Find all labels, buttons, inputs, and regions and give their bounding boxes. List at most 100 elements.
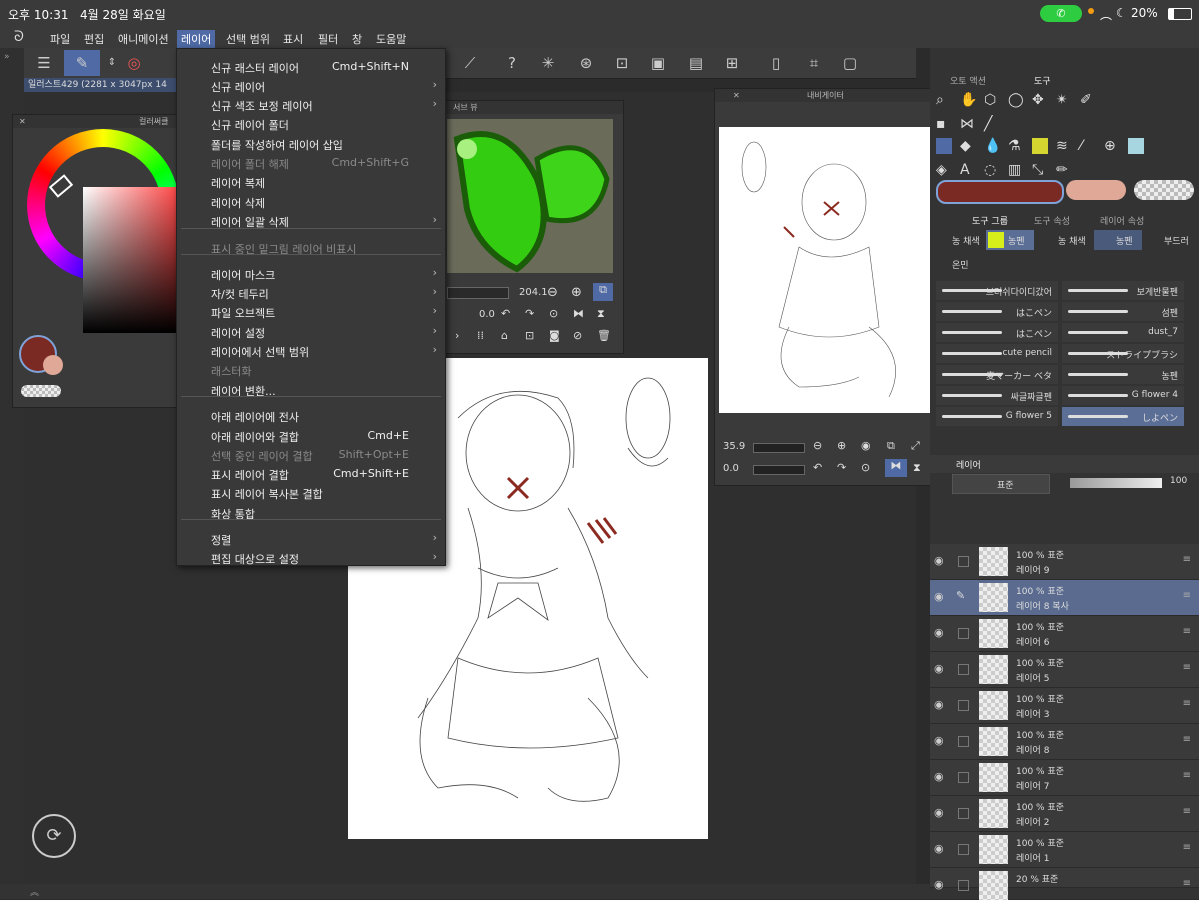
menu-item[interactable]: 신규 색조 보정 레이어 › (177, 95, 445, 114)
close-icon[interactable]: ✕ (19, 117, 26, 126)
layer-menu-icon[interactable]: ≡ (1183, 842, 1191, 853)
transparent-color-swatch[interactable] (21, 385, 61, 397)
chevron-right-icon[interactable]: › (455, 329, 459, 342)
device-icon[interactable]: ▯ (766, 53, 786, 73)
menu-filter[interactable]: 필터 (314, 30, 342, 48)
document-tab[interactable]: 일러스트429 (2281 x 3047px 14 (24, 78, 188, 92)
layer-checkbox[interactable] (958, 880, 969, 891)
menu-item[interactable]: 레이어 설정 › (177, 322, 445, 341)
brush-item[interactable]: しよペン (1062, 407, 1184, 426)
flip-horizontal-icon[interactable]: ⧓ (885, 459, 907, 477)
subtool-pen-5[interactable]: 부드러 (1164, 234, 1189, 247)
eye-icon[interactable]: ◉ (934, 770, 944, 783)
menu-item[interactable]: 레이어 복제 (177, 172, 445, 191)
move-tool-icon[interactable]: ✥ (1032, 92, 1044, 108)
brush-item[interactable]: 섬펜 (1062, 302, 1184, 321)
flip-horizontal-icon[interactable]: ⧓ (573, 307, 584, 320)
layer-menu-icon[interactable]: ≡ (1183, 806, 1191, 817)
flip-vertical-icon[interactable]: ⧗ (597, 307, 605, 321)
layer-menu-icon[interactable]: ≡ (1183, 734, 1191, 745)
menu-animation[interactable]: 애니메이션 (114, 30, 173, 48)
frame-icon[interactable]: ▣ (648, 53, 668, 73)
layer-menu-icon[interactable]: ≡ (1183, 878, 1191, 889)
import-icon[interactable]: ⊡ (525, 329, 534, 342)
layer-checkbox[interactable] (958, 736, 969, 747)
menu-item[interactable]: 신규 래스터 레이어 Cmd+Shift+N (177, 57, 445, 76)
menu-item[interactable]: 레이어 마스크 › (177, 264, 445, 283)
eye-icon[interactable]: ◉ (934, 806, 944, 819)
zoom-tool-icon[interactable]: ⌕ (936, 92, 944, 108)
zoom-out-icon[interactable]: ⊖ (547, 285, 558, 300)
eraser-tool-icon[interactable]: ◆ (960, 138, 971, 154)
subtool-pen-4[interactable]: 농펜 (1094, 230, 1142, 250)
chevron-updown-icon[interactable]: ⇕ (102, 53, 122, 73)
quick-access-icon[interactable]: ⟳ (32, 814, 76, 858)
trash-icon[interactable]: 🗑 (597, 329, 611, 342)
tab-layer-property[interactable]: 레이어 속성 (1100, 214, 1144, 227)
layer-row[interactable]: ◉ 100 % 표준 레이어 5 ≡ (930, 652, 1199, 688)
transform-icon[interactable]: ⌗ (804, 53, 824, 73)
pattern-tool-icon[interactable] (1032, 138, 1048, 154)
menu-item[interactable]: 레이어에서 선택 범위 › (177, 341, 445, 360)
blend-mode-select[interactable]: 표준 (952, 474, 1050, 494)
sub-color-swatch[interactable] (43, 355, 63, 375)
record-icon[interactable]: ◎ (124, 53, 144, 73)
menu-item[interactable]: 신규 레이어 › (177, 76, 445, 95)
rect-select-icon[interactable]: ▪ (936, 116, 946, 132)
layer-menu-icon[interactable]: ≡ (1183, 554, 1191, 565)
layer-row[interactable]: ◉ 100 % 표준 레이어 8 ≡ (930, 724, 1199, 760)
eye-icon[interactable]: ◉ (934, 842, 944, 855)
layer-row[interactable]: ◉ ✎ 100 % 표준 레이어 8 복사 ≡ (930, 580, 1199, 616)
zoom-in-icon[interactable]: ⊕ (837, 439, 846, 452)
loading-icon[interactable]: ✳ (538, 53, 558, 73)
menu-item[interactable]: 자/컷 테두리 › (177, 283, 445, 302)
ribbon-tool-icon[interactable]: ⋈ (960, 116, 974, 132)
tab-tool[interactable]: 도구 (1034, 74, 1051, 87)
airbrush-tool-icon[interactable]: ⚗ (1008, 138, 1021, 154)
frame-tool-icon[interactable]: ▥ (1008, 162, 1021, 178)
subtool-pen-3[interactable]: 농 채색 (1058, 234, 1086, 247)
menu-item[interactable]: 레이어 삭제 (177, 192, 445, 211)
rotate-right-icon[interactable]: ↷ (837, 461, 846, 474)
layer-menu-icon[interactable]: ≡ (1183, 698, 1191, 709)
sub-color-bar[interactable] (1066, 180, 1126, 200)
rotate-left-icon[interactable]: ↶ (813, 461, 822, 474)
chevron-up-icon[interactable]: ︽ (30, 885, 39, 898)
eye-icon[interactable]: ◉ (934, 590, 944, 603)
layer-checkbox[interactable] (958, 700, 969, 711)
fullscreen-icon[interactable]: ⤢ (911, 439, 920, 453)
subtool-pen-2-selected[interactable]: 농펜 (986, 230, 1034, 250)
navigator-preview[interactable] (719, 127, 933, 413)
grid-toggle-icon[interactable]: ⊛ (576, 53, 596, 73)
menu-layer[interactable]: 레이어 (177, 30, 216, 48)
flip-vertical-icon[interactable]: ⧗ (913, 461, 921, 475)
expand-icon[interactable]: » (4, 52, 10, 62)
subtool-pen-6[interactable]: 온민 (952, 258, 969, 271)
marker-tool-icon[interactable]: ✏ (1056, 162, 1068, 178)
layer-row[interactable]: ◉ 20 % 표준 ≡ (930, 868, 1199, 900)
app-logo-icon[interactable]: ᘐ (14, 29, 24, 45)
zoom-out-icon[interactable]: ⊖ (813, 439, 822, 452)
rotate-right-icon[interactable]: ↷ (525, 307, 534, 320)
fill-tool-icon[interactable]: ◈ (936, 162, 947, 178)
texture-tool-icon[interactable] (1128, 138, 1144, 154)
guide-icon[interactable]: ▤ (686, 53, 706, 73)
reset-rotation-icon[interactable]: ⊙ (861, 461, 870, 474)
eye-icon[interactable]: ◉ (934, 554, 944, 567)
opacity-slider[interactable] (1070, 478, 1162, 488)
perspective-icon[interactable]: ⊞ (722, 53, 742, 73)
tab-tool-property[interactable]: 도구 속성 (1034, 214, 1070, 227)
layer-menu-icon[interactable]: ≡ (1183, 590, 1191, 601)
brush-item[interactable]: dust_7 (1062, 323, 1184, 342)
crop-icon[interactable]: ⊡ (612, 53, 632, 73)
balloon-tool-icon[interactable]: ◌ (984, 162, 996, 178)
lasso-tool-icon[interactable]: ◯ (1008, 92, 1024, 108)
edit-mode-icon[interactable]: ✎ (64, 50, 100, 76)
menu-item[interactable]: 신규 레이어 폴더 (177, 114, 445, 133)
layer-checkbox[interactable] (958, 556, 969, 567)
rotate-left-icon[interactable]: ↶ (501, 307, 510, 320)
grid-icon[interactable]: ⁞⁞ (477, 329, 484, 342)
brush-item[interactable]: ストライプブラシ (1062, 344, 1184, 363)
object-tool-icon[interactable]: ⬡ (984, 92, 996, 108)
menu-window[interactable]: 창 (348, 30, 366, 48)
